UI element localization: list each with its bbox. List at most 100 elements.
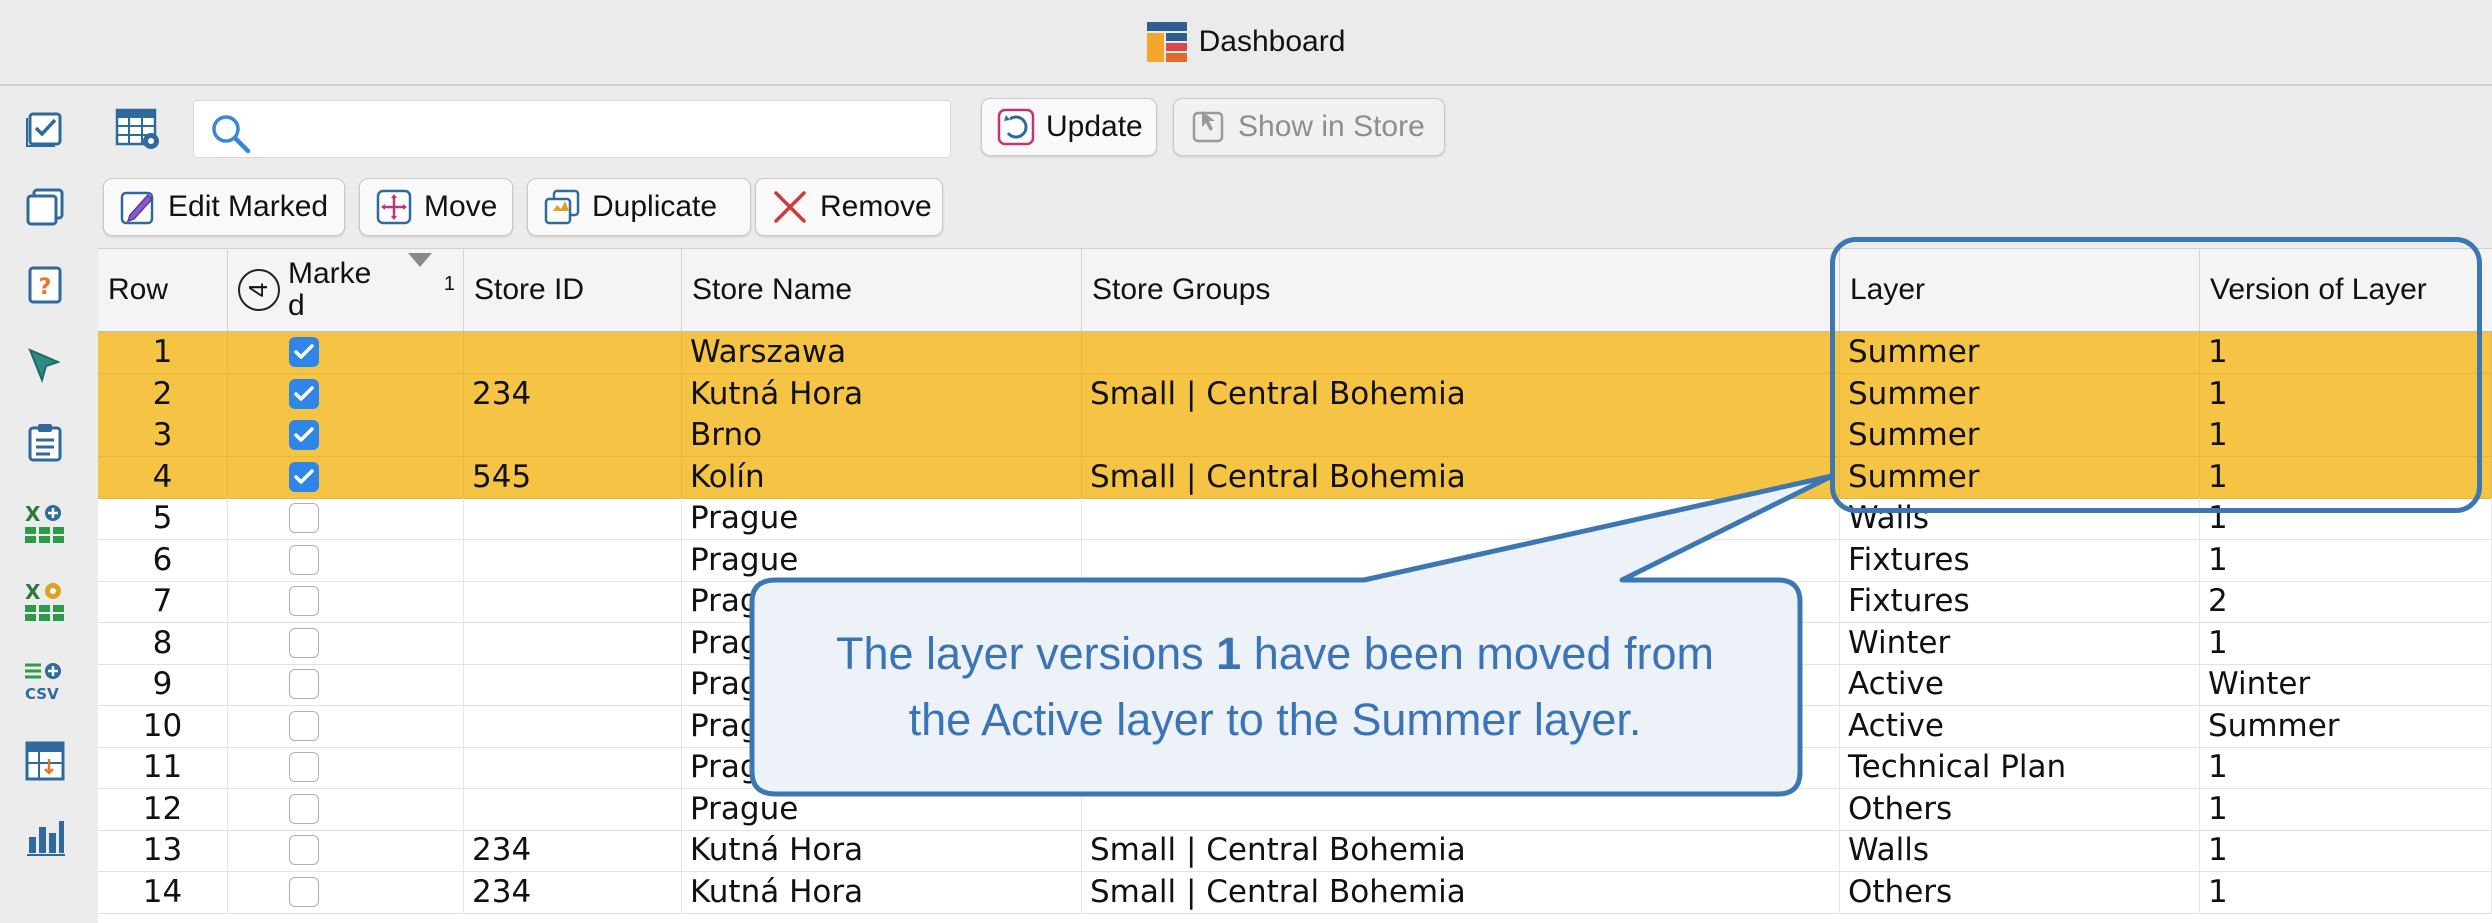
marked-checkbox[interactable] — [289, 378, 319, 409]
cell-layer[interactable]: Active — [1840, 705, 2200, 747]
csv-export-icon[interactable]: CSV — [22, 658, 68, 704]
settings-grid-icon[interactable]: X — [22, 578, 68, 624]
duplicate-button[interactable]: Duplicate — [527, 178, 751, 236]
move-button[interactable]: Move — [359, 178, 513, 236]
select-pointer-icon[interactable] — [22, 342, 68, 388]
cell-store-id[interactable] — [464, 415, 682, 456]
cell-layer[interactable]: Fixtures — [1840, 581, 2200, 622]
cell-store-id[interactable] — [464, 788, 682, 830]
cell-row[interactable]: 12 — [98, 788, 228, 830]
cell-version[interactable]: 1 — [2200, 788, 2492, 830]
marked-checkbox[interactable] — [289, 710, 319, 741]
cell-store-id[interactable] — [464, 332, 682, 373]
cell-layer[interactable]: Active — [1840, 664, 2200, 705]
cell-row[interactable]: 9 — [98, 664, 228, 705]
copy-window-icon[interactable] — [22, 184, 68, 230]
marked-checkbox[interactable] — [289, 835, 319, 865]
header-marked[interactable]: 4 Marke d 1 — [228, 249, 464, 331]
marked-checkbox[interactable] — [289, 586, 319, 616]
marked-checkbox[interactable] — [289, 544, 319, 575]
clipboard-list-icon[interactable] — [22, 420, 68, 466]
cell-version[interactable]: 1 — [2200, 539, 2492, 581]
cell-store-id[interactable]: 234 — [464, 373, 682, 415]
cell-store-groups[interactable]: Small | Central Bohemia — [1082, 871, 1840, 913]
cell-row[interactable]: 10 — [98, 705, 228, 747]
cell-row[interactable]: 5 — [98, 498, 228, 539]
help-clipboard-icon[interactable]: ? — [22, 262, 68, 308]
table-row[interactable]: 6 Prague Fixtures 1 — [98, 539, 2492, 582]
marked-checkbox[interactable] — [289, 876, 319, 907]
header-row[interactable]: Row — [98, 249, 228, 331]
cell-layer[interactable]: Fixtures — [1840, 539, 2200, 581]
cell-layer[interactable]: Winter — [1840, 622, 2200, 664]
cell-row[interactable]: 1 — [98, 332, 228, 373]
cell-layer[interactable]: Technical Plan — [1840, 747, 2200, 788]
cell-store-groups[interactable] — [1082, 788, 1840, 830]
cell-store-id[interactable]: 234 — [464, 830, 682, 871]
cell-version[interactable]: 1 — [2200, 871, 2492, 913]
marked-checkbox[interactable] — [289, 337, 319, 367]
cell-store-id[interactable] — [464, 705, 682, 747]
cell-layer[interactable]: Others — [1840, 871, 2200, 913]
cell-store-name[interactable]: Prague — [682, 539, 1082, 581]
cell-layer[interactable]: Others — [1840, 788, 2200, 830]
cell-row[interactable]: 11 — [98, 747, 228, 788]
cell-row[interactable]: 8 — [98, 622, 228, 664]
remove-button[interactable]: Remove — [755, 178, 943, 236]
marked-checkbox[interactable] — [289, 420, 319, 450]
marked-checkbox[interactable] — [289, 503, 319, 533]
cell-store-id[interactable] — [464, 622, 682, 664]
cell-store-groups[interactable]: Small | Central Bohemia — [1082, 830, 1840, 871]
cell-version[interactable]: 2 — [2200, 581, 2492, 622]
marked-checkbox[interactable] — [289, 752, 319, 782]
cell-version[interactable]: 1 — [2200, 830, 2492, 871]
cell-row[interactable]: 7 — [98, 581, 228, 622]
header-store-groups[interactable]: Store Groups — [1082, 249, 1840, 331]
cell-version[interactable]: 1 — [2200, 622, 2492, 664]
cell-store-name[interactable]: Warszawa — [682, 332, 1082, 373]
cell-row[interactable]: 13 — [98, 830, 228, 871]
cell-row[interactable]: 2 — [98, 373, 228, 415]
cell-store-id[interactable] — [464, 664, 682, 705]
cell-version[interactable]: 1 — [2200, 747, 2492, 788]
marked-checkbox[interactable] — [289, 461, 319, 492]
update-button[interactable]: Update — [981, 98, 1157, 156]
cell-store-id[interactable] — [464, 498, 682, 539]
cell-store-groups[interactable] — [1082, 415, 1840, 456]
cell-store-groups[interactable] — [1082, 539, 1840, 581]
cell-version[interactable]: Winter — [2200, 664, 2492, 705]
bar-chart-icon[interactable] — [22, 814, 68, 860]
cell-store-groups[interactable] — [1082, 498, 1840, 539]
cell-store-name[interactable]: Kutná Hora — [682, 871, 1082, 913]
cell-store-name[interactable]: Kutná Hora — [682, 373, 1082, 415]
cell-store-name[interactable]: Prague — [682, 498, 1082, 539]
header-store-name[interactable]: Store Name — [682, 249, 1082, 331]
marked-checkbox[interactable] — [289, 627, 319, 658]
table-row[interactable]: 14 234 Kutná Hora Small | Central Bohemia Ot… — [98, 871, 2492, 914]
cell-store-name[interactable]: Kolín — [682, 456, 1082, 498]
cell-store-name[interactable]: Kutná Hora — [682, 830, 1082, 871]
grid-settings-icon[interactable] — [115, 108, 163, 152]
cell-store-id[interactable]: 234 — [464, 871, 682, 913]
edit-marked-button[interactable]: Edit Marked — [103, 178, 345, 236]
table-row[interactable]: 13 234 Kutná Hora Small | Central Bohemia Wa… — [98, 830, 2492, 872]
cell-store-name[interactable]: Brno — [682, 415, 1082, 456]
cell-store-groups[interactable] — [1082, 332, 1840, 373]
cell-row[interactable]: 3 — [98, 415, 228, 456]
check-list-icon[interactable] — [22, 106, 68, 152]
cell-store-id[interactable] — [464, 747, 682, 788]
cell-store-name[interactable]: Prague — [682, 788, 1082, 830]
cell-version[interactable]: Summer — [2200, 705, 2492, 747]
cell-store-id[interactable]: 545 — [464, 456, 682, 498]
export-grid-icon[interactable]: X — [22, 500, 68, 546]
search-input[interactable] — [193, 100, 951, 158]
cell-store-id[interactable] — [464, 581, 682, 622]
marked-checkbox[interactable] — [289, 793, 319, 824]
header-store-id[interactable]: Store ID — [464, 249, 682, 331]
cell-row[interactable]: 4 — [98, 456, 228, 498]
cell-store-id[interactable] — [464, 539, 682, 581]
marked-checkbox[interactable] — [289, 669, 319, 699]
cell-row[interactable]: 14 — [98, 871, 228, 913]
show-in-store-button[interactable]: Show in Store — [1173, 98, 1445, 156]
cell-store-groups[interactable]: Small | Central Bohemia — [1082, 456, 1840, 498]
